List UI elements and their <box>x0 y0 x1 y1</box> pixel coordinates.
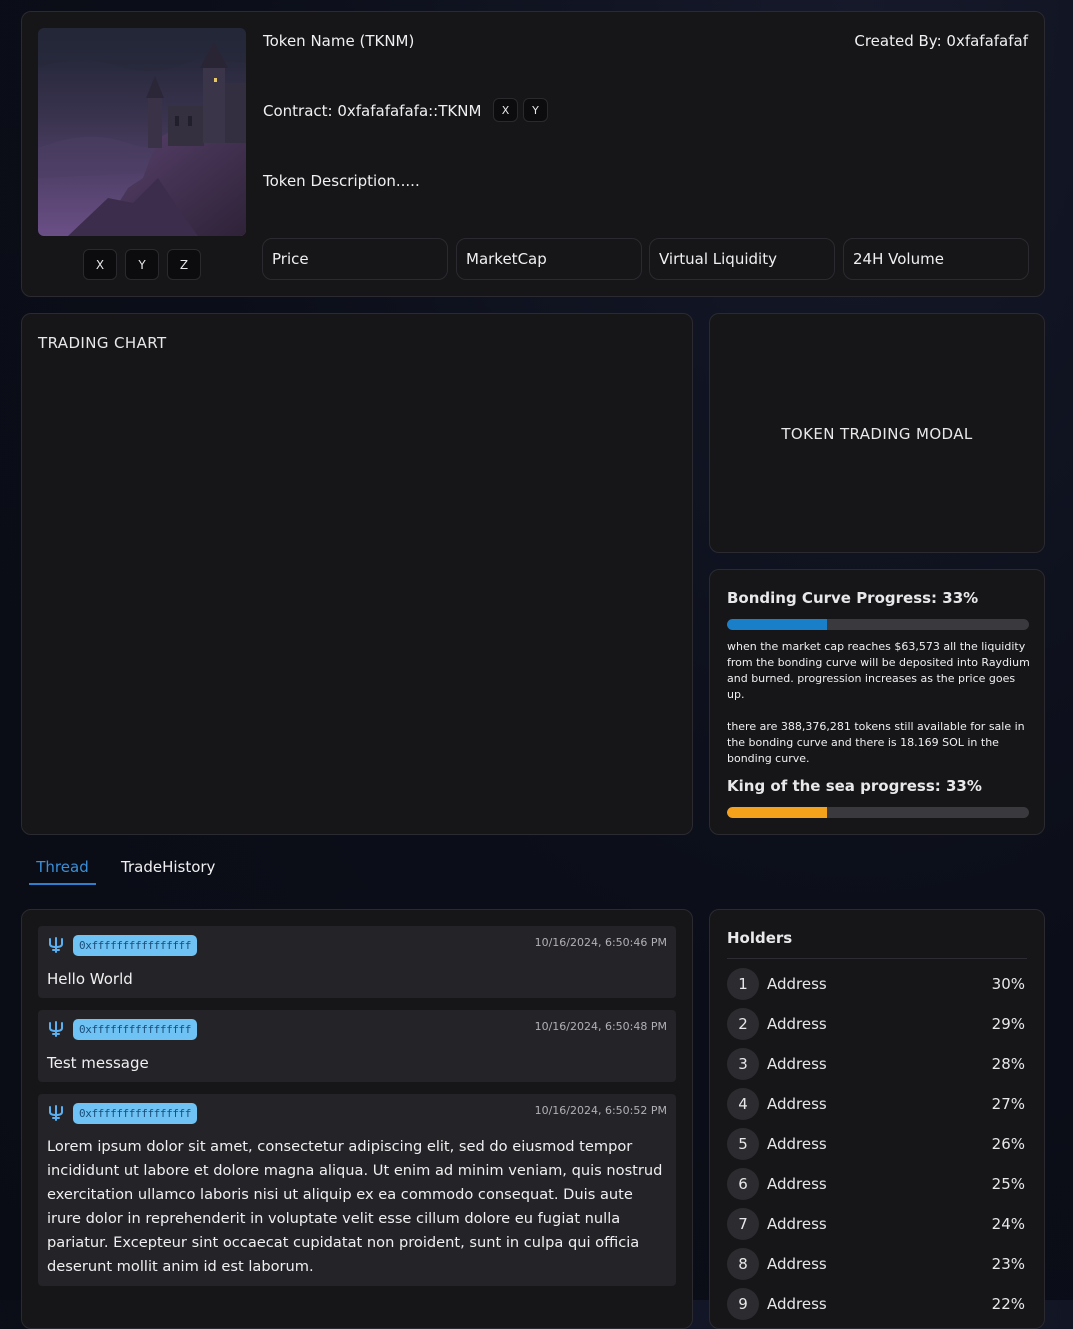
holder-rank: 6 <box>727 1168 759 1200</box>
holder-address[interactable]: Address <box>767 975 827 993</box>
holder-row[interactable]: 8 Address 23% <box>727 1248 1029 1280</box>
holder-row[interactable]: 2 Address 29% <box>727 1008 1029 1040</box>
holder-address[interactable]: Address <box>767 1015 827 1033</box>
contract-button-y[interactable]: Y <box>523 98 548 122</box>
holder-row[interactable]: 7 Address 24% <box>727 1208 1029 1240</box>
holder-percent: 25% <box>991 1175 1025 1193</box>
bonding-curve-panel: Bonding Curve Progress: 33% when the mar… <box>709 569 1045 835</box>
contract-address: Contract: 0xfafafafafa::TKNM <box>263 102 482 120</box>
holder-address[interactable]: Address <box>767 1095 827 1113</box>
created-by: Created By: 0xfafafafaf <box>854 32 1028 50</box>
bonding-supply-text: there are 388,376,281 tokens still avail… <box>727 720 1025 765</box>
message-time: 10/16/2024, 6:50:48 PM <box>534 1020 667 1033</box>
holder-percent: 23% <box>991 1255 1025 1273</box>
holder-address[interactable]: Address <box>767 1215 827 1233</box>
holders-panel: Holders 1 Address 30% 2 Address 29% 3 Ad… <box>709 909 1045 1329</box>
holder-row[interactable]: 1 Address 30% <box>727 968 1029 1000</box>
image-button-y[interactable]: Y <box>125 249 159 280</box>
holder-percent: 22% <box>991 1295 1025 1313</box>
trident-icon <box>49 937 63 953</box>
holders-divider <box>727 958 1027 959</box>
holders-title: Holders <box>727 929 793 947</box>
bonding-progress-title: Bonding Curve Progress: 33% <box>727 589 979 607</box>
trading-chart-panel[interactable]: TRADING CHART <box>21 313 693 835</box>
holder-rank: 7 <box>727 1208 759 1240</box>
holder-percent: 28% <box>991 1055 1025 1073</box>
holder-address[interactable]: Address <box>767 1175 827 1193</box>
thread-panel: 0xffffffffffffffff 10/16/2024, 6:50:46 P… <box>21 909 693 1329</box>
contract-button-x[interactable]: X <box>493 98 518 122</box>
chart-title: TRADING CHART <box>38 334 167 352</box>
trident-icon <box>49 1105 63 1121</box>
king-progress-title: King of the sea progress: 33% <box>727 777 982 795</box>
thread-message: 0xffffffffffffffff 10/16/2024, 6:50:46 P… <box>38 926 676 998</box>
holder-row[interactable]: 9 Address 22% <box>727 1288 1029 1320</box>
bonding-progress-fill <box>727 619 827 630</box>
thread-message: 0xffffffffffffffff 10/16/2024, 6:50:52 P… <box>38 1094 676 1286</box>
message-text: Hello World <box>47 970 133 988</box>
holder-rank: 4 <box>727 1088 759 1120</box>
message-text: Test message <box>47 1054 149 1072</box>
holder-address[interactable]: Address <box>767 1255 827 1273</box>
holder-percent: 30% <box>991 975 1025 993</box>
holder-rank: 9 <box>727 1288 759 1320</box>
holder-row[interactable]: 4 Address 27% <box>727 1088 1029 1120</box>
holder-rank: 1 <box>727 968 759 1000</box>
message-text: Lorem ipsum dolor sit amet, consectetur … <box>47 1138 663 1275</box>
holder-row[interactable]: 3 Address 28% <box>727 1048 1029 1080</box>
token-header-panel: X Y Z Token Name (TKNM) Created By: 0xfa… <box>21 11 1045 297</box>
token-description: Token Description..... <box>263 172 420 190</box>
holder-address[interactable]: Address <box>767 1055 827 1073</box>
image-button-z[interactable]: Z <box>167 249 201 280</box>
holder-rank: 2 <box>727 1008 759 1040</box>
holder-row[interactable]: 6 Address 25% <box>727 1168 1029 1200</box>
message-time: 10/16/2024, 6:50:46 PM <box>534 936 667 949</box>
stat-virtual-liquidity: Virtual Liquidity <box>649 238 835 280</box>
token-trading-modal[interactable]: TOKEN TRADING MODAL <box>709 313 1045 553</box>
bonding-progress-bar <box>727 619 1029 630</box>
tab-trade-history[interactable]: TradeHistory <box>121 858 215 882</box>
holder-percent: 24% <box>991 1215 1025 1233</box>
user-badge[interactable]: 0xffffffffffffffff <box>73 1103 198 1124</box>
tab-thread[interactable]: Thread <box>29 858 96 885</box>
holder-address[interactable]: Address <box>767 1135 827 1153</box>
holder-rank: 8 <box>727 1248 759 1280</box>
trading-modal-title: TOKEN TRADING MODAL <box>781 425 973 443</box>
bonding-description: when the market cap reaches $63,573 all … <box>727 640 1030 701</box>
trident-icon <box>49 1021 63 1037</box>
castle-artwork <box>38 28 246 236</box>
holder-row[interactable]: 5 Address 26% <box>727 1128 1029 1160</box>
user-badge[interactable]: 0xffffffffffffffff <box>73 1019 198 1040</box>
message-time: 10/16/2024, 6:50:52 PM <box>534 1104 667 1117</box>
token-name: Token Name (TKNM) <box>263 32 415 50</box>
thread-message: 0xffffffffffffffff 10/16/2024, 6:50:48 P… <box>38 1010 676 1082</box>
stat-marketcap: MarketCap <box>456 238 642 280</box>
king-progress-bar <box>727 807 1029 818</box>
holder-rank: 3 <box>727 1048 759 1080</box>
user-badge[interactable]: 0xffffffffffffffff <box>73 935 198 956</box>
stat-24h-volume: 24H Volume <box>843 238 1029 280</box>
holder-rank: 5 <box>727 1128 759 1160</box>
token-image <box>38 28 246 236</box>
king-progress-fill <box>727 807 827 818</box>
holder-percent: 26% <box>991 1135 1025 1153</box>
image-button-x[interactable]: X <box>83 249 117 280</box>
holder-percent: 27% <box>991 1095 1025 1113</box>
stat-price: Price <box>262 238 448 280</box>
holder-address[interactable]: Address <box>767 1295 827 1313</box>
holder-percent: 29% <box>991 1015 1025 1033</box>
